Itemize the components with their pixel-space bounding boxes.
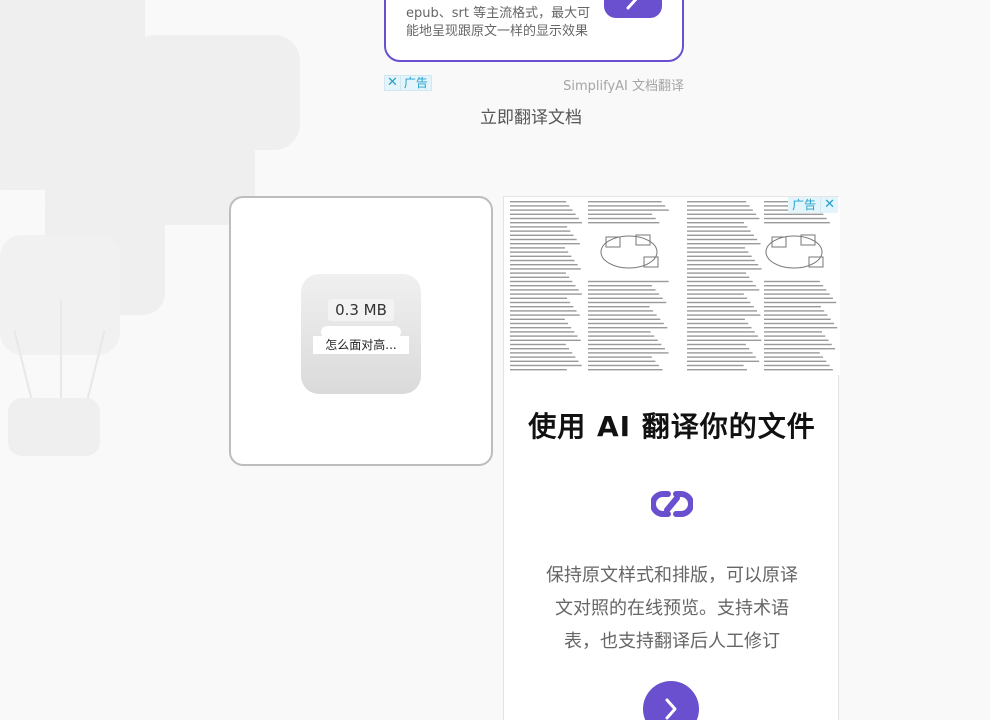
top-ad-go-button[interactable]: [604, 0, 662, 18]
top-ad-text: epub、srt 等主流格式，最大可能地呈现跟原文一样的显示效果: [406, 6, 591, 39]
top-ad-footer: ✕ 广告 SimplifyAI 文档翻译: [384, 73, 684, 94]
ad-source-label: SimplifyAI 文档翻译: [563, 79, 684, 94]
chevron-right-icon: [626, 0, 638, 10]
ad-label: 广告: [792, 198, 817, 212]
close-icon[interactable]: ✕: [820, 197, 838, 213]
background-decoration: [60, 300, 62, 400]
file-thumbnail[interactable]: 0.3 MB 怎么面对高...: [301, 274, 421, 394]
file-card[interactable]: 0.3 MB 怎么面对高...: [229, 196, 493, 466]
document-preview-image: [504, 197, 840, 375]
top-ad-banner[interactable]: epub、srt 等主流格式，最大可能地呈现跟原文一样的显示效果: [384, 0, 684, 62]
ad-badge[interactable]: ✕ 广告: [384, 75, 432, 91]
ad-card[interactable]: 广告 ✕ 使用 AI 翻译你的文件 保持原文样式和排版，可以原译文对照的在线预览…: [503, 196, 840, 720]
ad-label: 广告: [399, 76, 431, 90]
ad-go-button[interactable]: [643, 681, 699, 720]
ad-headline: 使用 AI 翻译你的文件: [528, 410, 816, 443]
file-size: 0.3 MB: [328, 299, 394, 321]
chevron-right-icon: [665, 698, 677, 720]
close-icon[interactable]: ✕: [385, 76, 400, 90]
link-logo-icon: [650, 490, 694, 522]
ad-badge[interactable]: 广告 ✕: [788, 197, 838, 213]
translate-document-link[interactable]: 立即翻译文档: [480, 103, 582, 128]
file-name: 怎么面对高...: [313, 336, 409, 354]
ad-description: 保持原文样式和排版，可以原译文对照的在线预览。支持术语表，也支持翻译后人工修订: [546, 565, 798, 652]
background-decoration: [8, 398, 100, 456]
